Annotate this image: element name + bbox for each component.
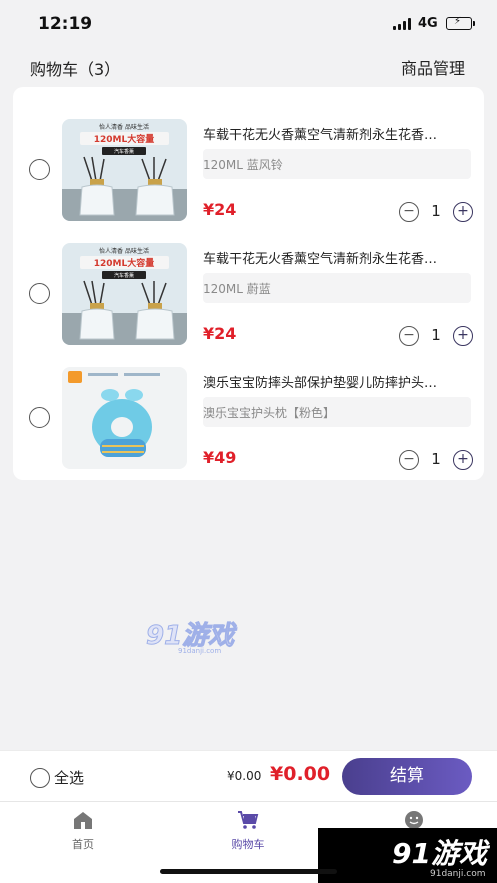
tab-home[interactable]: 首页 <box>53 810 113 852</box>
cart-item: 怡人清香 品味生活 120ML大容量 汽车香薰 车载干花无火香薰空气清新剂永生花… <box>13 87 484 222</box>
tab-label: 购物车 <box>231 838 265 851</box>
product-name[interactable]: 澳乐宝宝防摔头部保护垫婴儿防摔护头… <box>203 372 471 391</box>
thumb-banner-text: 120ML大容量 <box>94 257 154 269</box>
logo-text: 91游戏 <box>392 837 487 870</box>
total-amount: ¥0.00 <box>270 763 331 785</box>
decrease-button[interactable]: − <box>399 450 419 470</box>
cart-icon <box>238 811 259 829</box>
home-indicator <box>160 869 337 874</box>
thumb-top-text: 怡人清香 品味生活 <box>99 123 149 131</box>
thumb-tag-text: 汽车香薰 <box>114 272 134 279</box>
quantity-value: 1 <box>431 450 441 468</box>
thumb-tag-text: 汽车香薰 <box>114 148 134 155</box>
increase-button[interactable]: + <box>453 450 473 470</box>
status-bar: 12:19 4G ⚡ <box>0 0 497 46</box>
select-all-label: 全选 <box>54 769 85 787</box>
item-select-radio[interactable] <box>29 159 50 180</box>
product-spec[interactable]: 120ML 蓝风铃 <box>203 149 471 179</box>
checkout-button[interactable]: 结算 <box>342 758 472 795</box>
item-select-radio[interactable] <box>29 407 50 428</box>
tab-cart[interactable]: 购物车 <box>218 810 278 852</box>
header: 购物车（3） 商品管理 <box>0 46 497 86</box>
spec-text: 120ML 蔚蓝 <box>203 282 271 296</box>
total-original: ¥0.00 <box>227 769 262 783</box>
product-name[interactable]: 车载干花无火香薰空气清新剂永生花香… <box>203 124 471 143</box>
home-icon <box>74 812 92 829</box>
product-image[interactable]: 怡人清香 品味生活 120ML大容量 汽车香薰 <box>62 119 187 221</box>
cart-item: 怡人清香 品味生活 120ML大容量 汽车香薰 车载干花无火香薰空气清新剂永生花… <box>13 211 484 346</box>
product-spec[interactable]: 澳乐宝宝护头枕【粉色】 <box>203 397 471 427</box>
site-logo: 91游戏 91danji.com <box>318 828 497 883</box>
item-select-radio[interactable] <box>29 283 50 304</box>
manage-products-button[interactable]: 商品管理 <box>401 55 465 79</box>
cart-item: 澳乐宝宝防摔头部保护垫婴儿防摔护头… 澳乐宝宝护头枕【粉色】 ¥49 − 1 + <box>13 335 484 470</box>
quantity-stepper: − 1 + <box>399 450 473 470</box>
select-all-toggle[interactable]: 全选 <box>30 767 84 788</box>
page-title: 购物车（3） <box>30 60 121 79</box>
status-time: 12:19 <box>38 14 93 34</box>
select-all-radio[interactable] <box>30 767 50 788</box>
cart-list: 怡人清香 品味生活 120ML大容量 汽车香薰 车载干花无火香薰空气清新剂永生花… <box>13 87 484 480</box>
battery-icon: ⚡ <box>446 16 475 30</box>
svg-text:91danji.com: 91danji.com <box>178 647 221 655</box>
product-image[interactable]: 怡人清香 品味生活 120ML大容量 汽车香薰 <box>62 243 187 345</box>
thumb-top-text: 怡人清香 品味生活 <box>99 247 149 255</box>
product-name[interactable]: 车载干花无火香薰空气清新剂永生花香… <box>203 248 471 267</box>
smiley-icon <box>405 811 423 829</box>
tab-label: 首页 <box>72 838 94 851</box>
product-spec[interactable]: 120ML 蔚蓝 <box>203 273 471 303</box>
watermark-logo: 91游戏 91danji.com <box>144 618 240 660</box>
product-image[interactable] <box>62 367 187 469</box>
product-price: ¥49 <box>203 448 237 467</box>
network-type: 4G <box>418 16 438 31</box>
logo-subtext: 91danji.com <box>430 869 486 879</box>
signal-icon <box>393 18 413 30</box>
spec-text: 澳乐宝宝护头枕【粉色】 <box>203 406 336 420</box>
checkout-bar: 全选 ¥0.00 ¥0.00 结算 <box>0 750 497 801</box>
thumb-banner-text: 120ML大容量 <box>94 133 154 145</box>
spec-text: 120ML 蓝风铃 <box>203 158 283 172</box>
